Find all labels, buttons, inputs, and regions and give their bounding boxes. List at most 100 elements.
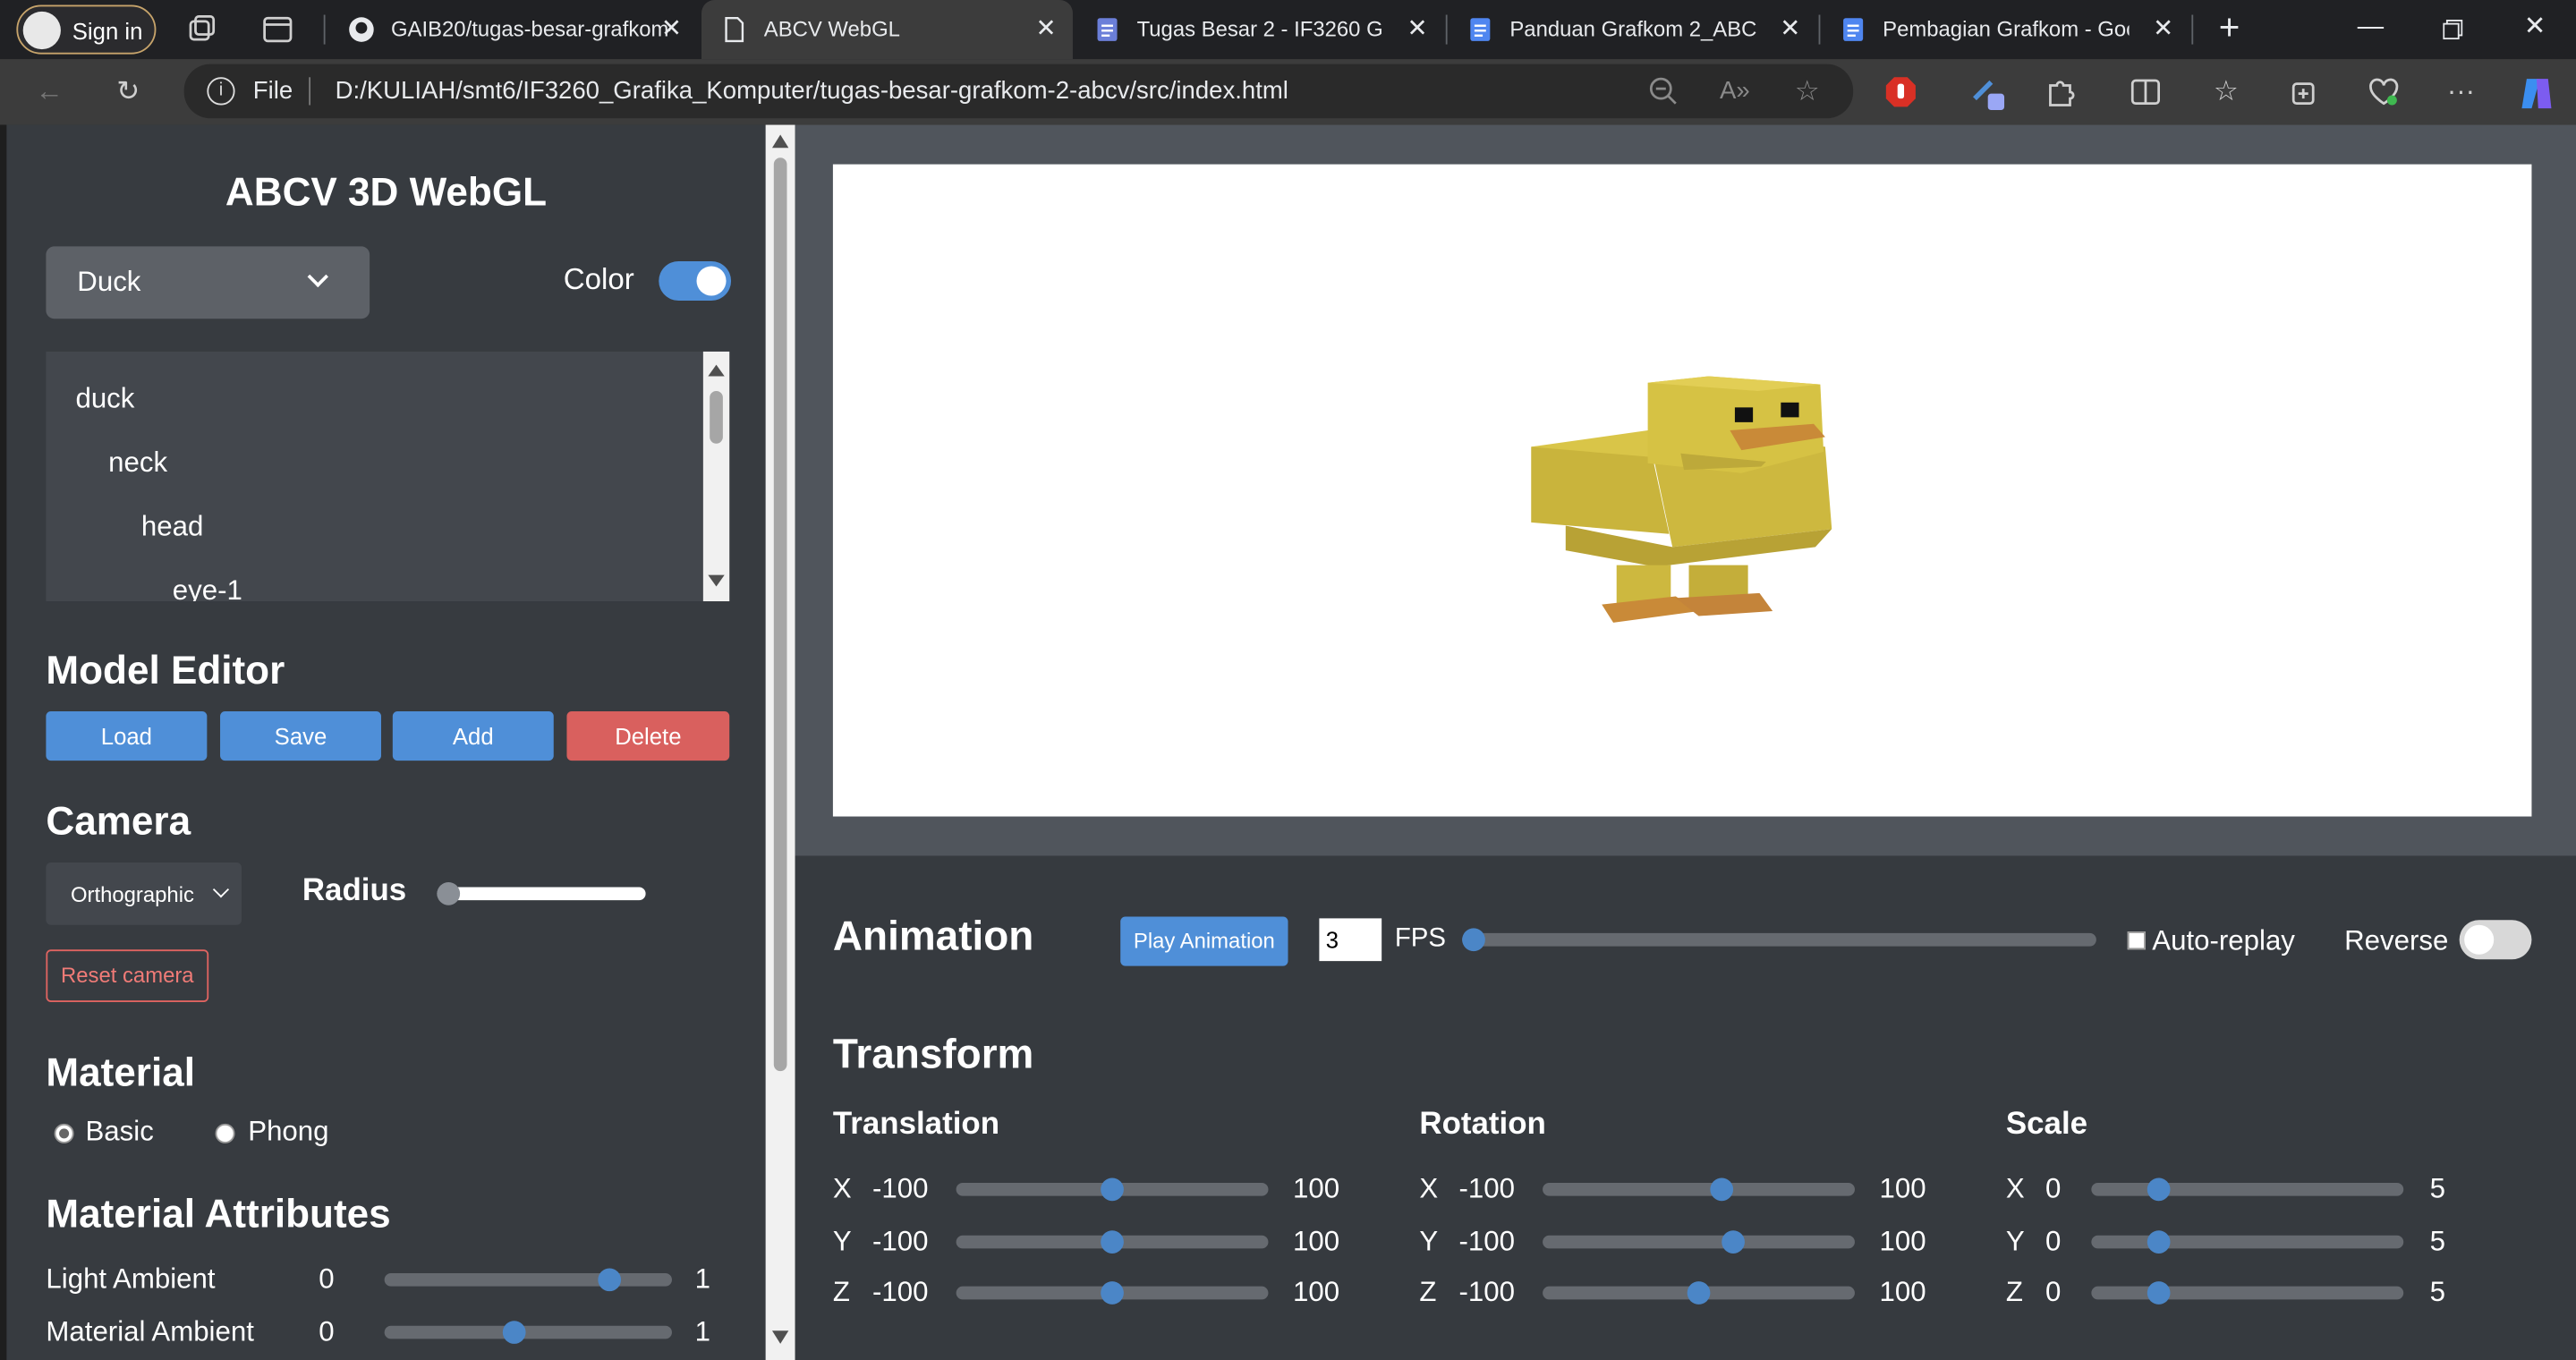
split-screen-icon[interactable] — [2130, 75, 2163, 108]
material-ambient-slider-track[interactable] — [384, 1325, 672, 1339]
copilot-icon[interactable] — [2517, 74, 2552, 109]
scale-y-slider-track[interactable] — [2091, 1234, 2404, 1248]
close-tab-icon[interactable]: ✕ — [1407, 13, 1427, 43]
color-toggle[interactable] — [659, 260, 732, 302]
material-phong-radio[interactable] — [215, 1123, 235, 1143]
tab-tugas-besar[interactable]: Tugas Besar 2 - IF3260 Grafika Komputer … — [1075, 0, 1444, 59]
scale-y-slider-thumb[interactable] — [2147, 1229, 2171, 1254]
extensions-puzzle-icon[interactable] — [2044, 75, 2077, 108]
address-bar[interactable]: i File D:/KULIAH/smt6/IF3260_Grafika_Kom… — [183, 64, 1854, 119]
auto-replay-label: Auto-replay — [2152, 924, 2295, 956]
delete-button[interactable]: Delete — [566, 711, 730, 761]
rotation-x-slider-track[interactable] — [1543, 1182, 1855, 1196]
scale-x-max: 5 — [2429, 1172, 2445, 1204]
refresh-icon[interactable]: ↻ — [112, 75, 145, 108]
translation-z-slider-thumb[interactable] — [1101, 1281, 1124, 1305]
auto-replay-checkbox[interactable] — [2127, 931, 2146, 950]
light-ambient-slider-thumb[interactable] — [598, 1268, 622, 1292]
radius-slider-thumb[interactable] — [437, 881, 461, 905]
extension-stop-icon[interactable] — [1884, 75, 1917, 108]
model-editor-heading: Model Editor — [46, 649, 285, 693]
rotation-y-min: -100 — [1458, 1224, 1515, 1256]
tree-item-neck[interactable]: neck — [108, 446, 167, 480]
scale-z-slider-thumb[interactable] — [2147, 1281, 2171, 1305]
tab-github[interactable]: GAIB20/tugas-besar-grafkom-2-abcv ✕ — [328, 0, 698, 59]
collections-icon[interactable] — [2289, 75, 2322, 108]
more-options-icon[interactable]: ··· — [2444, 75, 2478, 108]
rotation-x-slider-thumb[interactable] — [1709, 1177, 1733, 1202]
material-basic-radio[interactable] — [54, 1123, 74, 1143]
save-button[interactable]: Save — [220, 711, 381, 761]
extension-picker-icon[interactable] — [1969, 75, 2005, 111]
frame-slider-thumb[interactable] — [1462, 928, 1485, 952]
sidebar-scrollbar[interactable] — [765, 124, 795, 1360]
load-button[interactable]: Load — [46, 711, 208, 761]
info-icon[interactable]: i — [207, 77, 235, 106]
radius-slider-track[interactable] — [437, 887, 646, 901]
play-animation-button[interactable]: Play Animation — [1120, 916, 1288, 966]
translation-x-slider-thumb[interactable] — [1101, 1177, 1124, 1202]
close-tab-icon[interactable]: ✕ — [1780, 13, 1800, 43]
chevron-down-icon — [307, 266, 328, 288]
fps-input[interactable]: 3 — [1319, 918, 1382, 962]
close-window-button[interactable]: ✕ — [2497, 0, 2572, 59]
rotation-y-slider-thumb[interactable] — [1721, 1229, 1745, 1254]
light-ambient-label: Light Ambient — [46, 1262, 216, 1295]
close-tab-icon[interactable]: ✕ — [661, 13, 682, 43]
reverse-toggle[interactable] — [2459, 920, 2532, 960]
translation-y-min: -100 — [871, 1224, 929, 1256]
tree-item-eye-1[interactable]: eye-1 — [173, 575, 242, 601]
tree-scrollbar[interactable] — [702, 351, 730, 602]
tree-item-duck[interactable]: duck — [75, 383, 134, 416]
tab-actions-icon[interactable] — [261, 13, 294, 47]
scroll-up-icon[interactable] — [708, 364, 725, 377]
material-heading: Material — [46, 1051, 195, 1096]
zoom-out-icon[interactable] — [1648, 75, 1681, 108]
scene-tree[interactable]: duck neck head eye-1 — [46, 351, 703, 602]
workspaces-icon[interactable] — [185, 13, 218, 47]
rotation-z-min: -100 — [1458, 1276, 1515, 1308]
page-icon — [725, 17, 744, 43]
favorites-icon[interactable]: ☆ — [2210, 75, 2243, 108]
tab-panduan[interactable]: Panduan Grafkom 2_ABCV ✕ — [1448, 0, 1817, 59]
favorite-star-icon[interactable]: ☆ — [1790, 75, 1824, 108]
rotation-z-axis-label: Z — [1419, 1276, 1437, 1308]
scale-z-slider-track[interactable] — [2091, 1286, 2404, 1300]
url-text[interactable]: D:/KULIAH/smt6/IF3260_Grafika_Komputer/t… — [336, 77, 1288, 105]
scale-x-slider-track[interactable] — [2091, 1182, 2404, 1196]
scale-x-axis-label: X — [2005, 1172, 2025, 1204]
rotation-z-max: 100 — [1879, 1276, 1926, 1308]
back-icon[interactable]: ← — [33, 75, 66, 108]
close-tab-icon[interactable]: ✕ — [1036, 13, 1057, 43]
translation-y-slider-thumb[interactable] — [1101, 1229, 1124, 1254]
rotation-z-slider-thumb[interactable] — [1687, 1281, 1711, 1305]
frame-slider-track[interactable] — [1462, 932, 2096, 947]
rotation-y-slider-track[interactable] — [1543, 1234, 1855, 1248]
model-select[interactable]: Duck — [46, 246, 370, 319]
scroll-thumb[interactable] — [710, 390, 723, 444]
webgl-canvas[interactable] — [832, 164, 2532, 817]
minimize-button[interactable]: — — [2333, 0, 2408, 59]
new-tab-button[interactable]: + — [2191, 0, 2266, 59]
rotation-x-axis-label: X — [1419, 1172, 1439, 1204]
translation-z-min: -100 — [871, 1276, 929, 1308]
tab-abcv-webgl[interactable]: ABCV WebGL ✕ — [701, 0, 1073, 60]
scroll-down-icon[interactable] — [771, 1330, 789, 1344]
translation-x-axis-label: X — [832, 1172, 852, 1204]
browser-essentials-icon[interactable] — [2368, 75, 2401, 108]
reset-camera-button[interactable]: Reset camera — [46, 949, 209, 1003]
tab-pembagian[interactable]: Pembagian Grafkom - Google Docs ✕ — [1820, 0, 2189, 59]
scroll-up-icon[interactable] — [771, 134, 789, 149]
sign-in-button[interactable]: Sign in — [16, 4, 157, 55]
scroll-down-icon[interactable] — [708, 574, 725, 587]
projection-select[interactable]: Orthographic — [46, 862, 242, 925]
scroll-thumb[interactable] — [773, 157, 787, 1072]
add-button[interactable]: Add — [392, 711, 554, 761]
close-tab-icon[interactable]: ✕ — [2153, 13, 2173, 43]
light-ambient-slider-track[interactable] — [384, 1272, 672, 1287]
scale-x-slider-thumb[interactable] — [2147, 1177, 2171, 1202]
docs-icon — [1843, 18, 1864, 41]
tree-item-head[interactable]: head — [141, 511, 203, 544]
read-aloud-icon[interactable]: A» — [1719, 75, 1752, 108]
restore-button[interactable] — [2415, 0, 2490, 59]
